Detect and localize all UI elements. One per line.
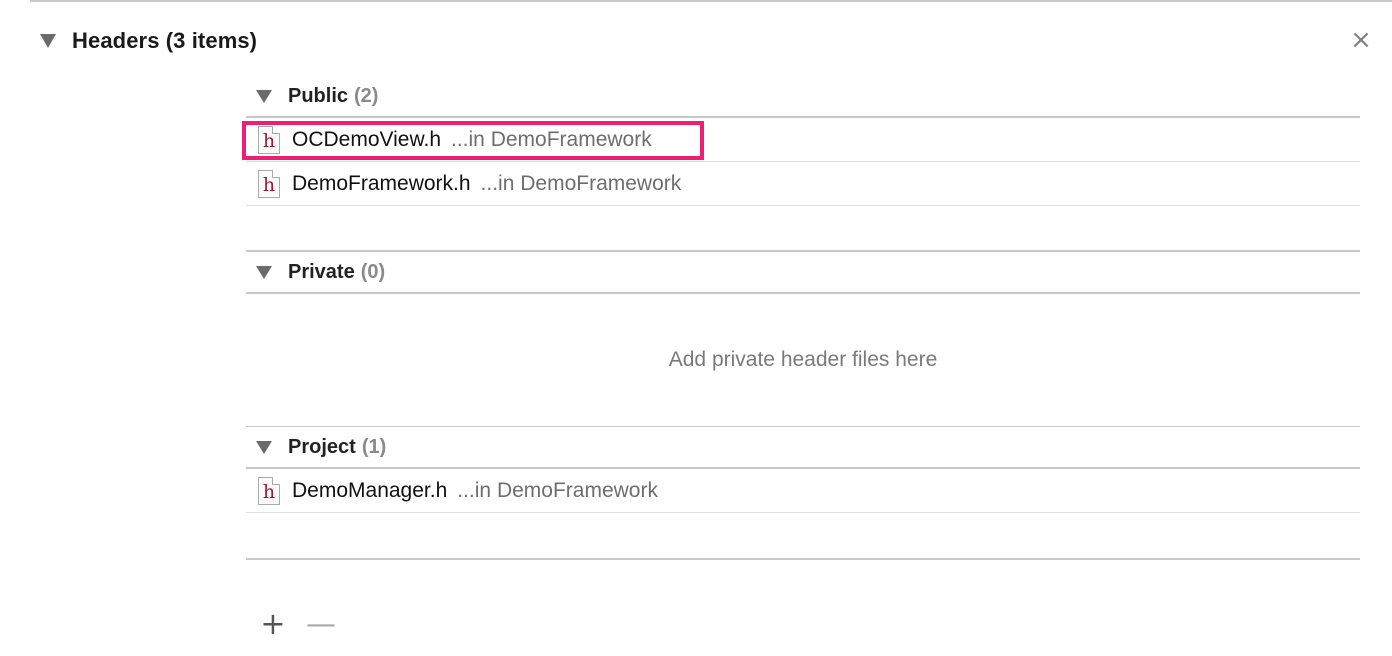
close-icon[interactable]: × xyxy=(1350,26,1372,54)
remove-button[interactable]: — xyxy=(306,607,336,642)
file-icon-letter: h xyxy=(262,480,276,503)
disclosure-triangle-icon[interactable] xyxy=(40,34,56,48)
group-count: (1) xyxy=(361,435,387,458)
header-file-icon: h xyxy=(258,125,280,154)
file-name: DemoManager.h xyxy=(292,478,448,502)
header-file-icon: h xyxy=(258,169,280,198)
top-divider xyxy=(30,0,1392,2)
file-name: DemoFramework.h xyxy=(292,171,471,195)
add-button[interactable]: + xyxy=(258,607,288,642)
private-drop-area[interactable]: Add private header files here xyxy=(246,294,1360,427)
footer-toolbar: + — xyxy=(258,607,336,642)
headers-section-header[interactable]: Headers (3 items) xyxy=(40,26,257,56)
group-count: (2) xyxy=(354,84,379,107)
group-name: Private xyxy=(288,260,355,283)
group-name: Project xyxy=(288,435,356,458)
group-header-project[interactable]: Project (1) xyxy=(246,427,1360,469)
file-row[interactable]: h OCDemoView.h ...in DemoFramework xyxy=(246,118,1360,162)
empty-row xyxy=(246,513,1360,560)
file-row[interactable]: h DemoManager.h ...in DemoFramework xyxy=(246,469,1360,513)
file-location: ...in DemoFramework xyxy=(457,478,658,502)
placeholder-text: Add private header files here xyxy=(668,348,938,371)
file-row[interactable]: h DemoFramework.h ...in DemoFramework xyxy=(246,162,1360,206)
file-name: OCDemoView.h xyxy=(292,127,442,151)
group-header-public[interactable]: Public (2) xyxy=(246,76,1360,118)
file-icon-letter: h xyxy=(262,129,276,152)
disclosure-triangle-icon[interactable] xyxy=(256,440,272,454)
file-location: ...in DemoFramework xyxy=(451,127,652,151)
group-count: (0) xyxy=(360,260,386,283)
header-file-icon: h xyxy=(258,476,280,505)
file-icon-letter: h xyxy=(262,173,276,196)
headers-build-phase: Headers (3 items) × Public (2) h OCDemoV… xyxy=(0,0,1392,656)
section-title: Headers (3 items) xyxy=(72,28,258,53)
group-name: Public xyxy=(288,84,349,107)
disclosure-triangle-icon[interactable] xyxy=(256,89,272,103)
header-groups: Public (2) h OCDemoView.h ...in DemoFram… xyxy=(246,76,1360,560)
group-header-private[interactable]: Private (0) xyxy=(246,250,1360,294)
disclosure-triangle-icon[interactable] xyxy=(256,265,272,279)
file-location: ...in DemoFramework xyxy=(480,171,682,195)
